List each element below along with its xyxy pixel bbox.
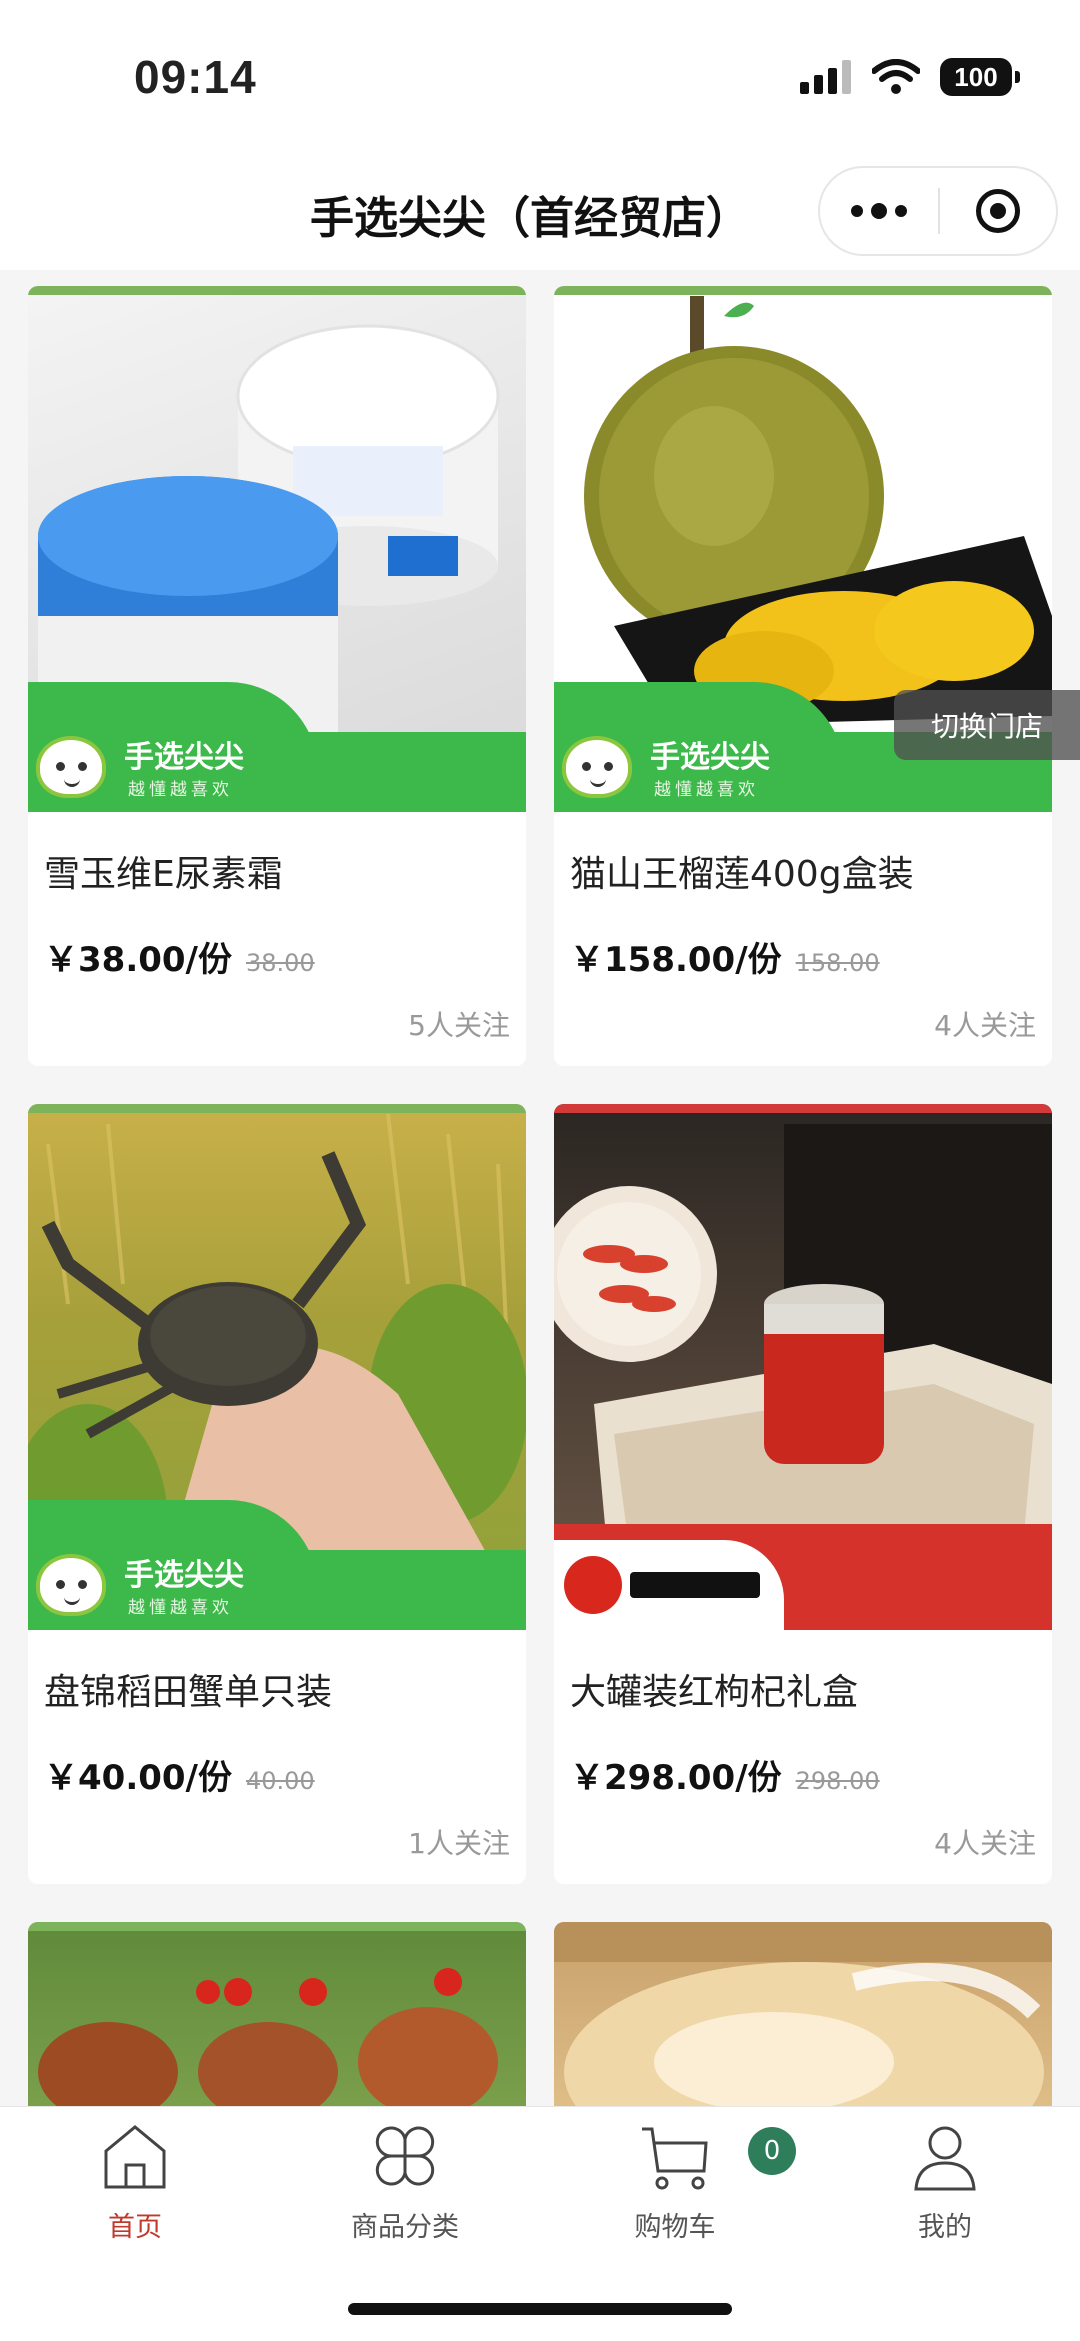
more-menu-button[interactable] <box>820 168 938 254</box>
brand-logo-icon <box>36 736 106 798</box>
swallow-logo-icon <box>564 1556 622 1614</box>
price-row: ￥38.00/份 38.00 <box>44 932 510 982</box>
product-price: ￥298.00/份 <box>570 1758 782 1798</box>
follower-count: 5人关注 <box>408 1009 510 1042</box>
original-price: 38.00 <box>245 949 315 977</box>
wifi-icon <box>872 59 920 94</box>
status-time: 09:14 <box>134 51 257 103</box>
tab-label: 我的 <box>918 2212 972 2243</box>
product-price: ￥158.00/份 <box>570 940 782 980</box>
tab-home[interactable]: 首页 <box>0 2121 270 2261</box>
original-price: 40.00 <box>245 1767 315 1795</box>
chicken-illustration <box>38 1968 498 2106</box>
category-icon <box>375 2126 435 2186</box>
tab-category[interactable]: 商品分类 <box>270 2121 540 2261</box>
brand-slogan: 越懂越喜欢 <box>128 780 233 800</box>
original-price: 158.00 <box>795 949 880 977</box>
product-image <box>554 1922 1052 2106</box>
product-image <box>554 1104 1052 1630</box>
product-image <box>28 1922 526 2106</box>
nav-bar: 手选尖尖（首经贸店） <box>0 160 1080 270</box>
brand-logo-icon <box>36 1554 106 1616</box>
product-price: ￥40.00/份 <box>44 1758 232 1798</box>
more-dots-icon <box>851 205 863 217</box>
product-price: ￥38.00/份 <box>44 940 232 980</box>
product-card[interactable] <box>28 1922 526 2106</box>
price-row: ￥158.00/份 158.00 <box>570 932 1036 982</box>
product-name: 大罐装红枸杞礼盒 <box>570 1672 859 1713</box>
product-name: 雪玉维E尿素霜 <box>44 854 283 895</box>
tab-label: 购物车 <box>634 2212 716 2243</box>
product-card[interactable] <box>554 1922 1052 2106</box>
follower-count: 4人关注 <box>934 1827 1036 1860</box>
target-close-icon <box>975 189 1020 233</box>
birdsnest-illustration <box>554 1922 1052 2106</box>
cart-icon <box>642 2127 708 2190</box>
brand-slogan: 越懂越喜欢 <box>128 1598 233 1618</box>
tab-label: 首页 <box>108 2212 162 2243</box>
user-icon <box>914 2126 976 2191</box>
home-icon <box>104 2125 166 2189</box>
mini-program-capsule <box>818 166 1058 256</box>
cart-count-badge: 0 <box>748 2127 796 2175</box>
product-card[interactable]: 手选尖尖 越懂越喜欢 猫山王榴莲400g盒装 ￥158.00/份 158.00 … <box>554 286 1052 1066</box>
tianzhiyan-logo <box>554 1540 784 1630</box>
product-image: 手选尖尖 越懂越喜欢 <box>28 1104 526 1630</box>
follower-count: 1人关注 <box>408 1827 510 1860</box>
home-indicator[interactable] <box>348 2303 732 2315</box>
product-name: 猫山王榴莲400g盒装 <box>570 854 914 895</box>
close-mini-program-button[interactable] <box>940 168 1056 254</box>
price-row: ￥298.00/份 298.00 <box>570 1750 1036 1800</box>
brand-name: 手选尖尖 <box>124 740 244 775</box>
brand-slogan: 越懂越喜欢 <box>654 780 759 800</box>
follower-count: 4人关注 <box>934 1009 1036 1042</box>
switch-store-button[interactable]: 切换门店 <box>894 690 1080 760</box>
battery-indicator: 100 <box>940 58 1020 96</box>
tianzhiyan-wordmark <box>630 1572 760 1598</box>
brand-name: 手选尖尖 <box>650 740 770 775</box>
price-row: ￥40.00/份 40.00 <box>44 1750 510 1800</box>
tab-profile[interactable]: 我的 <box>810 2121 1080 2261</box>
tab-label: 商品分类 <box>351 2212 459 2243</box>
brand-name: 手选尖尖 <box>124 1558 244 1593</box>
status-bar: 09:14 100 <box>0 0 1080 160</box>
product-card[interactable]: 手选尖尖 越懂越喜欢 雪玉维E尿素霜 ￥38.00/份 38.00 5人关注 <box>28 286 526 1066</box>
original-price: 298.00 <box>795 1767 880 1795</box>
brand-logo-icon <box>562 736 632 798</box>
status-icons: 100 <box>800 58 1020 96</box>
product-image: 手选尖尖 越懂越喜欢 <box>28 286 526 812</box>
product-name: 盘锦稻田蟹单只装 <box>44 1672 333 1713</box>
product-grid: 手选尖尖 越懂越喜欢 雪玉维E尿素霜 ￥38.00/份 38.00 5人关注 手… <box>0 270 1080 2106</box>
product-card[interactable]: 大罐装红枸杞礼盒 ￥298.00/份 298.00 4人关注 <box>554 1104 1052 1884</box>
signal-icon <box>800 60 851 94</box>
product-card[interactable]: 手选尖尖 越懂越喜欢 盘锦稻田蟹单只装 ￥40.00/份 40.00 1人关注 <box>28 1104 526 1884</box>
